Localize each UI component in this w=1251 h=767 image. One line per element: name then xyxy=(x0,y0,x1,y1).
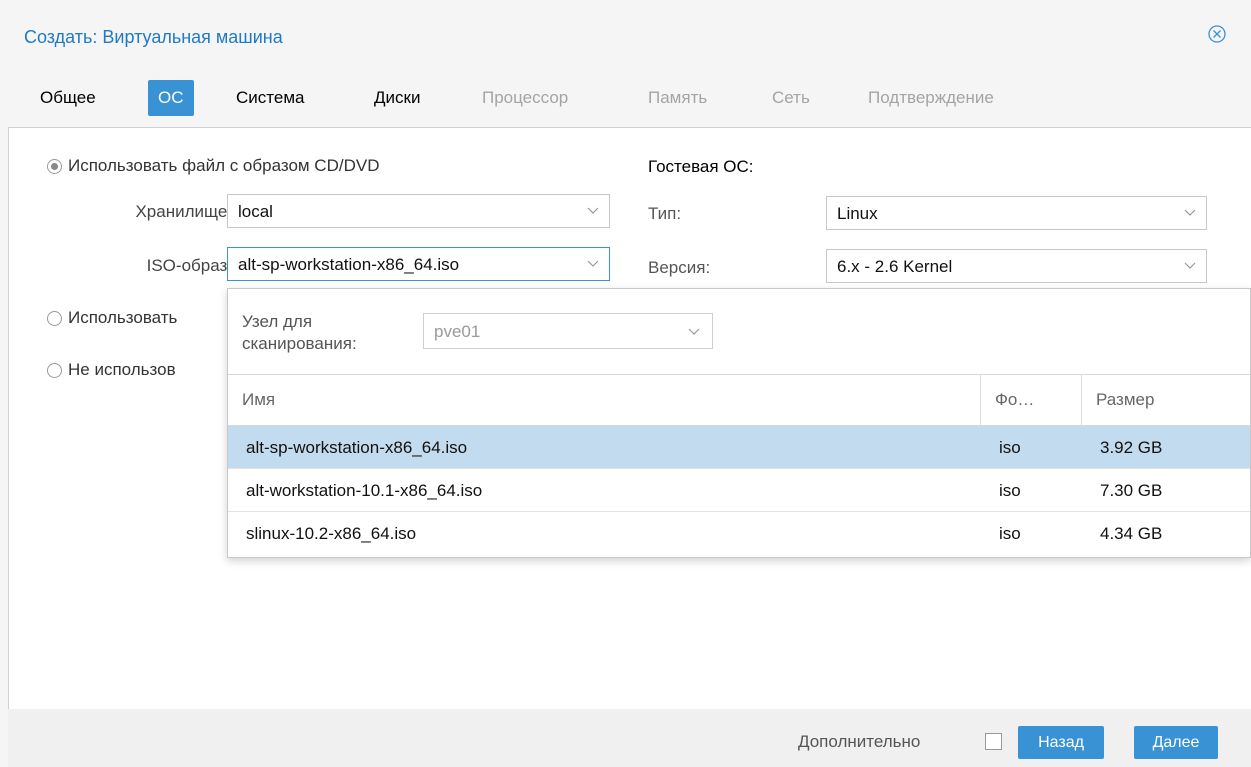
version-label: Версия: xyxy=(648,258,711,277)
guest-os-heading: Гостевая ОС: xyxy=(648,157,754,176)
row-format: iso xyxy=(999,524,1021,543)
row-size: 7.30 GB xyxy=(1100,481,1163,500)
iso-grid-header: Имя Фо… Размер xyxy=(228,374,1250,426)
no-media-option[interactable]: Не использов xyxy=(47,360,176,380)
tab-cpu: Процессор xyxy=(482,88,569,107)
storage-value: local xyxy=(238,202,273,221)
advanced-label: Дополнительно xyxy=(798,732,921,751)
radio-icon[interactable] xyxy=(47,363,62,378)
row-format: iso xyxy=(999,481,1021,500)
row-name: slinux-10.2-x86_64.iso xyxy=(246,524,417,543)
chevron-down-icon xyxy=(587,260,599,267)
tab-system[interactable]: Система xyxy=(228,80,312,116)
scan-node-label: Узел для сканирования: xyxy=(242,312,357,353)
tab-general[interactable]: Общее xyxy=(32,80,104,116)
table-row[interactable]: slinux-10.2-x86_64.iso iso 4.34 GB xyxy=(228,512,1250,555)
storage-label: Хранилище: xyxy=(135,202,232,221)
use-iso-option[interactable]: Использовать файл с образом CD/DVD xyxy=(47,156,379,176)
column-name-header[interactable]: Имя xyxy=(228,375,980,425)
use-iso-label: Использовать файл с образом CD/DVD xyxy=(68,156,380,175)
type-value: Linux xyxy=(837,204,878,223)
table-row[interactable]: alt-workstation-10.1-x86_64.iso iso 7.30… xyxy=(228,469,1250,512)
use-physical-option[interactable]: Использовать xyxy=(47,308,177,328)
chevron-down-icon xyxy=(587,207,599,214)
iso-label: ISO-образ: xyxy=(146,256,232,275)
version-value: 6.x - 2.6 Kernel xyxy=(837,257,953,276)
type-label: Тип: xyxy=(648,204,682,223)
tab-disks[interactable]: Диски xyxy=(366,80,428,116)
radio-icon[interactable] xyxy=(47,311,62,326)
tab-memory: Память xyxy=(648,88,708,107)
chevron-down-icon xyxy=(688,328,700,335)
table-row[interactable]: alt-sp-workstation-x86_64.iso iso 3.92 G… xyxy=(228,426,1250,469)
type-select[interactable]: Linux xyxy=(826,196,1207,230)
column-size-header[interactable]: Размер xyxy=(1082,375,1250,425)
iso-picker-dropdown: Узел для сканирования: pve01 Имя Фо… Раз… xyxy=(227,288,1251,558)
dialog-title: Создать: Виртуальная машина xyxy=(24,27,283,47)
iso-select[interactable]: alt-sp-workstation-x86_64.iso xyxy=(227,247,610,281)
chevron-down-icon xyxy=(1184,209,1196,216)
storage-select[interactable]: local xyxy=(227,194,610,228)
row-size: 4.34 GB xyxy=(1100,524,1163,543)
tab-network: Сеть xyxy=(772,88,810,107)
tab-os[interactable]: ОС xyxy=(148,80,194,116)
use-physical-label: Использовать xyxy=(68,308,178,327)
no-media-label: Не использов xyxy=(68,360,176,379)
row-format: iso xyxy=(999,438,1021,457)
back-button[interactable]: Назад xyxy=(1018,726,1104,759)
scan-node-value: pve01 xyxy=(434,322,481,341)
iso-value: alt-sp-workstation-x86_64.iso xyxy=(238,255,460,274)
row-name: alt-sp-workstation-x86_64.iso xyxy=(246,438,468,457)
scan-node-select[interactable]: pve01 xyxy=(423,313,713,349)
tab-confirm: Подтверждение xyxy=(868,88,994,107)
column-format-header[interactable]: Фо… xyxy=(981,375,1081,425)
row-size: 3.92 GB xyxy=(1100,438,1163,457)
chevron-down-icon xyxy=(1184,262,1196,269)
radio-checked-icon[interactable] xyxy=(47,159,62,174)
dialog-footer: Дополнительно Назад Далее xyxy=(8,709,1251,767)
close-icon[interactable] xyxy=(1208,25,1226,43)
version-select[interactable]: 6.x - 2.6 Kernel xyxy=(826,249,1207,283)
row-name: alt-workstation-10.1-x86_64.iso xyxy=(246,481,483,500)
next-button[interactable]: Далее xyxy=(1134,726,1218,759)
advanced-checkbox[interactable] xyxy=(985,733,1002,750)
